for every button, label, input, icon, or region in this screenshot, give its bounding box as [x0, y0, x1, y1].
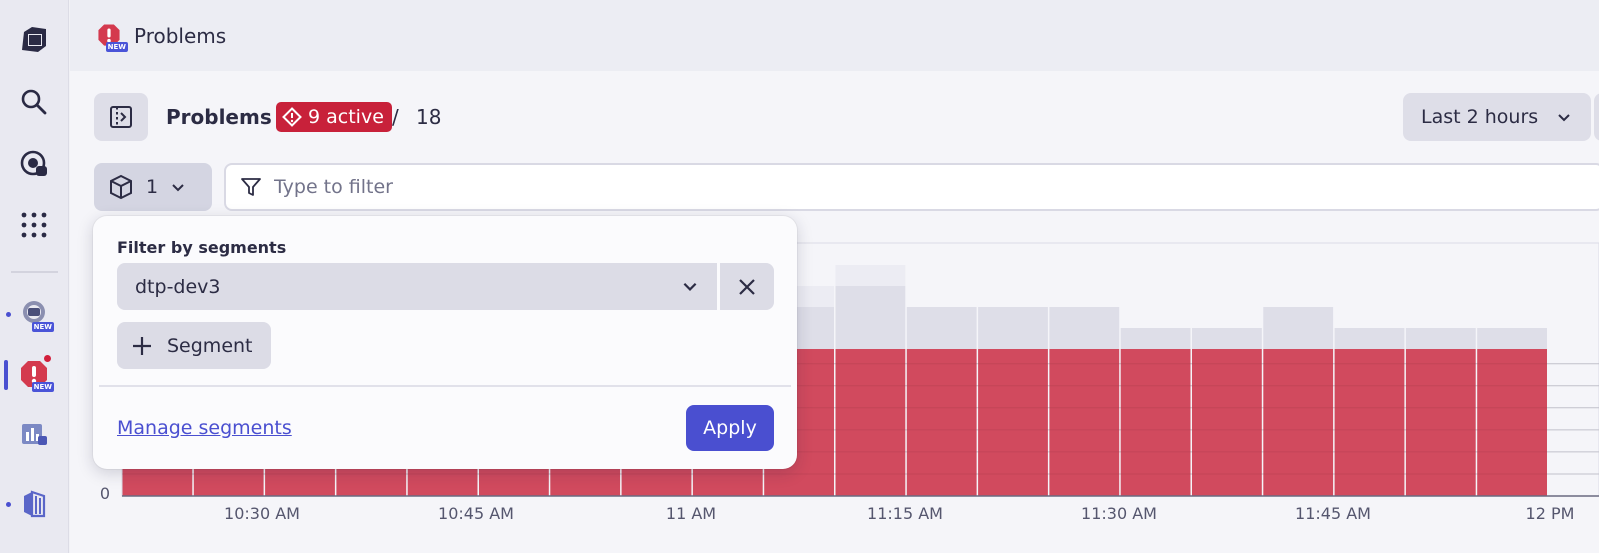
rail-app-dashboards-icon[interactable]: [16, 416, 52, 452]
chart-bar: [835, 328, 906, 349]
chart-bar: [1477, 328, 1547, 349]
problems-app-icon: NEW: [96, 22, 128, 52]
timeframe-selector[interactable]: Last 2 hours: [1403, 93, 1591, 141]
rail-active-indicator: [4, 360, 8, 390]
rail-separator: [11, 271, 58, 273]
rail-app-problems-icon[interactable]: NEW: [16, 354, 54, 392]
chart-bar: [1263, 328, 1334, 349]
chart-x-tick-label: 12 PM: [1526, 504, 1575, 523]
chart-x-tick-label: 11:45 AM: [1295, 504, 1371, 523]
chart-bar: [906, 307, 977, 328]
toolbar-button-edge[interactable]: [1594, 93, 1599, 141]
timeframe-label: Last 2 hours: [1421, 106, 1539, 128]
chart-bar: [906, 328, 977, 349]
new-badge: NEW: [31, 382, 54, 392]
count-separator: /: [392, 105, 399, 129]
rail-indicator-dot: [6, 502, 11, 507]
filter-field[interactable]: [224, 163, 1599, 211]
warning-diamond-icon: [282, 107, 302, 127]
chart-x-tick-label: 10:30 AM: [224, 504, 300, 523]
sidebar-toggle-icon: [110, 106, 132, 128]
total-count: 18: [416, 105, 442, 129]
chart-y-tick-label: 0: [100, 484, 110, 503]
main-content: 0 10:30 AM 10:45 AM 11 AM 11:15 AM 11:30 AM 11…: [70, 71, 1599, 553]
chart-bar: [835, 286, 906, 328]
filter-input[interactable]: [274, 176, 874, 198]
chart-bar: [1334, 328, 1405, 349]
chart-bar: [1192, 328, 1262, 349]
app-header: NEW Problems: [70, 0, 1599, 71]
remove-segment-button[interactable]: [720, 263, 774, 310]
left-rail: NEW NEW: [0, 0, 69, 553]
page-title: Problems: [166, 105, 272, 129]
chart-bar: [1049, 307, 1120, 328]
new-badge: NEW: [31, 322, 54, 332]
plus-icon: [133, 336, 151, 355]
add-segment-label: Segment: [167, 334, 253, 357]
chart-x-tick-label: 11 AM: [666, 504, 716, 523]
segments-popover: Filter by segments dtp-dev3 Segment Mana…: [93, 216, 797, 469]
chart-bar: [1049, 328, 1120, 349]
popover-divider: [99, 385, 791, 387]
chevron-down-icon: [683, 282, 697, 291]
app-title: Problems: [134, 23, 227, 48]
chevron-down-icon: [1558, 114, 1570, 122]
add-segment-button[interactable]: Segment: [117, 322, 271, 369]
popover-label: Filter by segments: [117, 238, 287, 257]
cube-icon: [110, 174, 132, 200]
chart-bar: [978, 328, 1048, 349]
rail-indicator-dot: [6, 312, 11, 317]
chart-bar: [1405, 328, 1476, 349]
active-problems-badge[interactable]: 9 active: [276, 102, 392, 132]
manage-segments-link[interactable]: Manage segments: [117, 417, 292, 439]
active-count-label: 9 active: [308, 106, 384, 128]
panel-toggle-button[interactable]: [94, 93, 148, 141]
selected-segment: dtp-dev3: [135, 275, 221, 298]
segment-count: 1: [146, 176, 159, 198]
filter-funnel-icon: [241, 178, 261, 196]
chart-bar: [835, 265, 906, 286]
chart-bar: [978, 307, 1048, 328]
chart-x-tick-label: 11:30 AM: [1081, 504, 1157, 523]
rail-app-kubernetes-icon[interactable]: [16, 486, 52, 522]
notification-dot: [43, 354, 52, 363]
dynatrace-logo-icon[interactable]: [16, 22, 52, 58]
new-badge: NEW: [105, 41, 128, 52]
search-icon[interactable]: [16, 84, 52, 120]
apps-grid-icon[interactable]: [16, 207, 52, 243]
copilot-icon[interactable]: [16, 146, 52, 182]
chart-x-tick-label: 10:45 AM: [438, 504, 514, 523]
apply-button[interactable]: Apply: [686, 405, 774, 451]
segment-select[interactable]: dtp-dev3: [117, 263, 717, 310]
close-icon: [739, 278, 755, 295]
chevron-down-icon: [172, 184, 184, 192]
rail-app-automation-icon[interactable]: NEW: [16, 296, 54, 332]
chart-bar: [1120, 328, 1191, 349]
chart-bar: [1263, 307, 1334, 328]
segments-button[interactable]: 1: [94, 163, 212, 211]
chart-x-tick-label: 11:15 AM: [867, 504, 943, 523]
